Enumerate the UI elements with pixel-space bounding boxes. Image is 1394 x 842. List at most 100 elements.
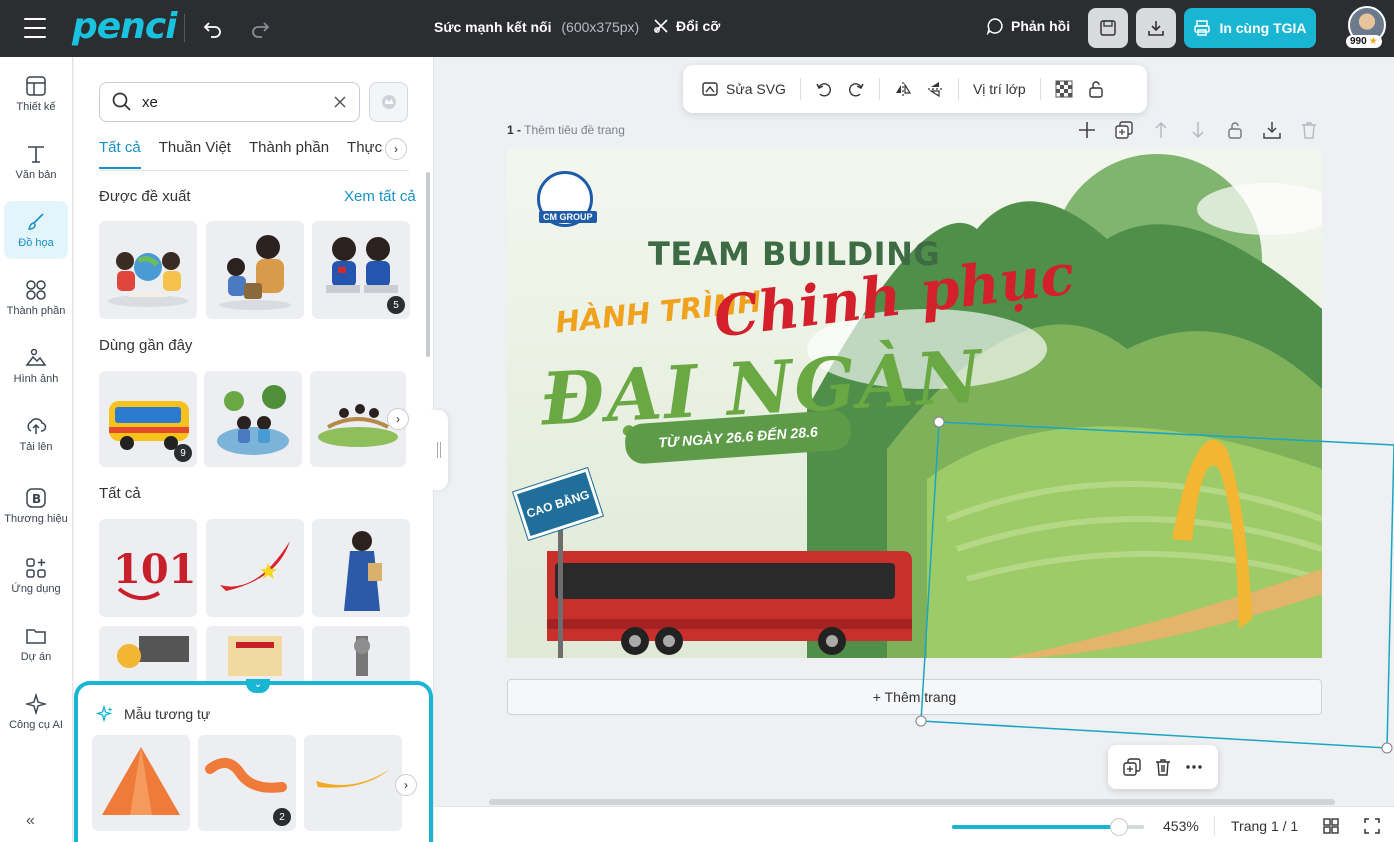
flip-horizontal-icon[interactable] <box>894 80 912 98</box>
rotate-left-icon[interactable] <box>815 80 833 98</box>
penci-logo[interactable]: penci <box>72 6 177 47</box>
rail-item-text[interactable]: Văn bản <box>4 133 68 191</box>
duplicate-page-icon[interactable] <box>1113 119 1134 140</box>
feedback-button[interactable]: Phản hồi <box>986 17 1070 35</box>
save-button[interactable] <box>1088 8 1128 48</box>
divider <box>99 170 409 171</box>
layout-icon <box>26 75 46 96</box>
page-title-placeholder[interactable]: Thêm tiêu đề trang <box>524 123 625 137</box>
folder-icon <box>26 628 46 644</box>
page-indicator[interactable]: Trang 1 / 1 <box>1231 818 1298 834</box>
zoom-slider-handle[interactable] <box>1110 818 1128 836</box>
add-icon[interactable] <box>1076 119 1097 140</box>
rail-label: Thương hiệu <box>4 512 68 525</box>
download-icon <box>1148 21 1164 36</box>
top-bar: penci Sức mạnh kết nối (600x375px) Đổi c… <box>0 0 1394 57</box>
move-up-icon[interactable] <box>1150 119 1171 140</box>
graphic-thumbnail[interactable]: 9 <box>99 371 197 467</box>
horizontal-scrollbar[interactable] <box>489 799 1335 805</box>
similar-thumbnail[interactable] <box>92 735 190 831</box>
rail-item-upload[interactable]: Tải lên <box>4 405 68 463</box>
rail-label: Hình ảnh <box>13 372 59 385</box>
similar-thumbnail[interactable]: 2 <box>198 735 296 831</box>
rail-item-projects[interactable]: Dự án <box>4 615 68 673</box>
chevron-right-icon[interactable]: › <box>387 408 409 430</box>
chevron-right-icon[interactable]: › <box>395 774 417 796</box>
graphic-thumbnail[interactable]: 5 <box>312 221 410 319</box>
rotate-right-icon[interactable] <box>847 80 865 98</box>
duplicate-icon[interactable] <box>1122 757 1142 777</box>
upload-icon <box>27 417 47 434</box>
layer-position-button[interactable]: Vị trí lớp <box>973 81 1026 97</box>
chevron-right-icon[interactable]: › <box>385 138 407 160</box>
section-title-all: Tất cả <box>99 485 141 502</box>
apps-icon <box>26 557 46 578</box>
rail-item-images[interactable]: Hình ảnh <box>4 337 68 395</box>
trash-icon[interactable] <box>1153 757 1173 777</box>
rail-item-design[interactable]: Thiết kế <box>4 65 68 123</box>
transparency-icon[interactable] <box>1055 80 1073 98</box>
divider <box>184 14 185 42</box>
search-input[interactable]: xe <box>142 94 323 111</box>
resize-icon <box>654 19 668 33</box>
graphic-thumbnail[interactable] <box>204 371 302 467</box>
download-button[interactable] <box>1136 8 1176 48</box>
lock-icon[interactable] <box>1087 80 1105 98</box>
section-title-suggested: Được đề xuất <box>99 188 191 205</box>
more-icon[interactable] <box>1184 757 1204 777</box>
logo-text: CM GROUP <box>539 211 597 223</box>
fullscreen-icon[interactable] <box>1361 815 1383 837</box>
page-number: 1 - <box>507 123 522 137</box>
context-toolbar: Sửa SVG Vị trí lớp <box>683 65 1147 113</box>
feedback-label: Phản hồi <box>1011 18 1071 34</box>
tab-vietnamese[interactable]: Thuần Việt <box>159 139 231 171</box>
graphic-thumbnail[interactable] <box>206 221 304 319</box>
tab-elements[interactable]: Thành phần <box>249 139 329 171</box>
document-size: (600x375px) <box>561 19 640 35</box>
resize-button[interactable]: Đổi cỡ <box>652 17 720 35</box>
collapse-rail-icon[interactable]: « <box>26 812 35 830</box>
panel-scrollbar[interactable] <box>426 172 430 357</box>
drawer-title-text: Mẫu tương tự <box>124 706 211 722</box>
similar-thumbnail[interactable] <box>304 735 402 831</box>
crown-lock-icon <box>381 95 396 109</box>
rail-item-graphics[interactable]: Đồ họa <box>4 201 68 259</box>
move-down-icon[interactable] <box>1187 119 1208 140</box>
grid-view-icon[interactable] <box>1320 815 1342 837</box>
see-all-link[interactable]: Xem tất cả <box>344 188 416 205</box>
flip-vertical-icon[interactable] <box>926 80 944 98</box>
lock-page-icon[interactable] <box>1224 119 1245 140</box>
divider <box>957 78 959 100</box>
delete-page-icon[interactable] <box>1298 119 1319 140</box>
element-actions <box>1108 745 1218 789</box>
tab-all[interactable]: Tất cả <box>99 139 141 169</box>
premium-filter-button[interactable] <box>369 82 408 122</box>
print-label: In cùng TGIA <box>1219 20 1307 36</box>
edit-svg-button[interactable]: Sửa SVG <box>701 80 786 98</box>
rail-item-ai-tools[interactable]: Công cụ AI <box>4 683 68 741</box>
document-title[interactable]: Sức mạnh kết nối (600x375px) <box>434 19 639 35</box>
graphic-thumbnail[interactable] <box>99 221 197 319</box>
floppy-icon <box>1100 20 1116 36</box>
rail-item-elements[interactable]: Thành phần <box>4 269 68 327</box>
menu-icon[interactable] <box>24 18 46 38</box>
selection-frame[interactable] <box>914 415 1394 755</box>
undo-icon[interactable] <box>199 14 227 42</box>
rail-item-apps[interactable]: Ứng dụng <box>4 547 68 605</box>
graphic-thumbnail[interactable]: 101 <box>99 519 197 617</box>
graphic-thumbnail[interactable] <box>206 519 304 617</box>
download-page-icon[interactable] <box>1261 119 1282 140</box>
graphic-thumbnail[interactable] <box>312 519 410 617</box>
left-rail: Thiết kế Văn bản Đồ họa Thành phần Hình … <box>0 57 73 842</box>
sparkle-icon <box>25 692 47 715</box>
category-tabs: Tất cả Thuần Việt Thành phần Thực ph <box>99 139 409 171</box>
print-button[interactable]: In cùng TGIA <box>1184 8 1316 48</box>
search-field[interactable]: xe <box>99 82 360 122</box>
page-title-row[interactable]: 1 - Thêm tiêu đề trang <box>507 123 625 137</box>
redo-icon[interactable] <box>246 14 274 42</box>
zoom-level[interactable]: 453% <box>1163 818 1199 834</box>
chevron-down-icon[interactable]: ⌄ <box>246 679 270 693</box>
rail-item-brand[interactable]: B Thương hiệu <box>4 473 68 539</box>
variant-count-badge: 9 <box>174 444 192 462</box>
rail-label: Công cụ AI <box>9 718 63 731</box>
